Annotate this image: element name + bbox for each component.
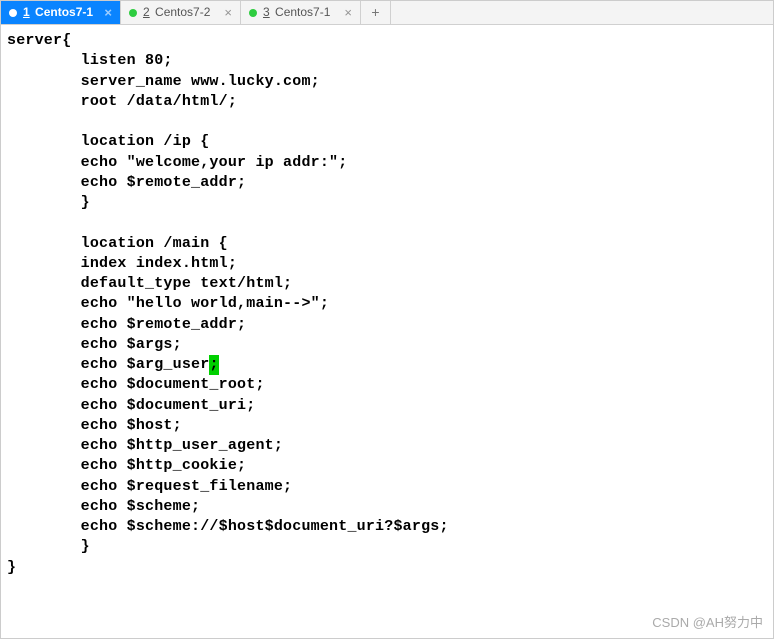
tab-label: 1 Centos7-1 xyxy=(23,4,98,20)
close-icon[interactable]: × xyxy=(224,6,232,19)
code-line: echo $args; xyxy=(7,335,767,355)
cursor-block: ; xyxy=(209,355,218,375)
code-line: root /data/html/; xyxy=(7,92,767,112)
tab-1[interactable]: 1 Centos7-1 × xyxy=(1,1,121,24)
status-dot-icon xyxy=(9,9,17,17)
tab-label: 3 Centos7-1 xyxy=(263,4,338,20)
code-line: echo $remote_addr; xyxy=(7,173,767,193)
tab-2[interactable]: 2 Centos7-2 × xyxy=(121,1,241,24)
code-line: } xyxy=(7,193,767,213)
code-line: echo $http_cookie; xyxy=(7,456,767,476)
code-line: echo $host; xyxy=(7,416,767,436)
code-line: location /main { xyxy=(7,234,767,254)
code-line: echo "welcome,your ip addr:"; xyxy=(7,153,767,173)
code-line: location /ip { xyxy=(7,132,767,152)
close-icon[interactable]: × xyxy=(104,6,112,19)
tab-bar: 1 Centos7-1 × 2 Centos7-2 × 3 Centos7-1 × + xyxy=(1,1,773,25)
editor-content[interactable]: server{ listen 80; server_name www.lucky… xyxy=(1,25,773,584)
code-line: index index.html; xyxy=(7,254,767,274)
status-dot-icon xyxy=(249,9,257,17)
code-line: echo $scheme://$host$document_uri?$args; xyxy=(7,517,767,537)
tab-3[interactable]: 3 Centos7-1 × xyxy=(241,1,361,24)
code-line: server{ xyxy=(7,31,767,51)
code-line: echo $request_filename; xyxy=(7,477,767,497)
code-line xyxy=(7,112,767,132)
code-line: echo $arg_user; xyxy=(7,355,767,375)
code-line: echo $http_user_agent; xyxy=(7,436,767,456)
code-line: echo $remote_addr; xyxy=(7,315,767,335)
watermark-text: CSDN @AH努力中 xyxy=(652,614,763,632)
code-line: echo $document_root; xyxy=(7,375,767,395)
tab-label: 2 Centos7-2 xyxy=(143,4,218,20)
code-line: echo $document_uri; xyxy=(7,396,767,416)
code-line xyxy=(7,213,767,233)
code-line: listen 80; xyxy=(7,51,767,71)
code-line: } xyxy=(7,558,767,578)
add-tab-button[interactable]: + xyxy=(361,1,391,24)
code-line: echo "hello world,main-->"; xyxy=(7,294,767,314)
status-dot-icon xyxy=(129,9,137,17)
close-icon[interactable]: × xyxy=(344,6,352,19)
code-line: server_name www.lucky.com; xyxy=(7,72,767,92)
code-line: default_type text/html; xyxy=(7,274,767,294)
code-line: echo $scheme; xyxy=(7,497,767,517)
code-line: } xyxy=(7,537,767,557)
